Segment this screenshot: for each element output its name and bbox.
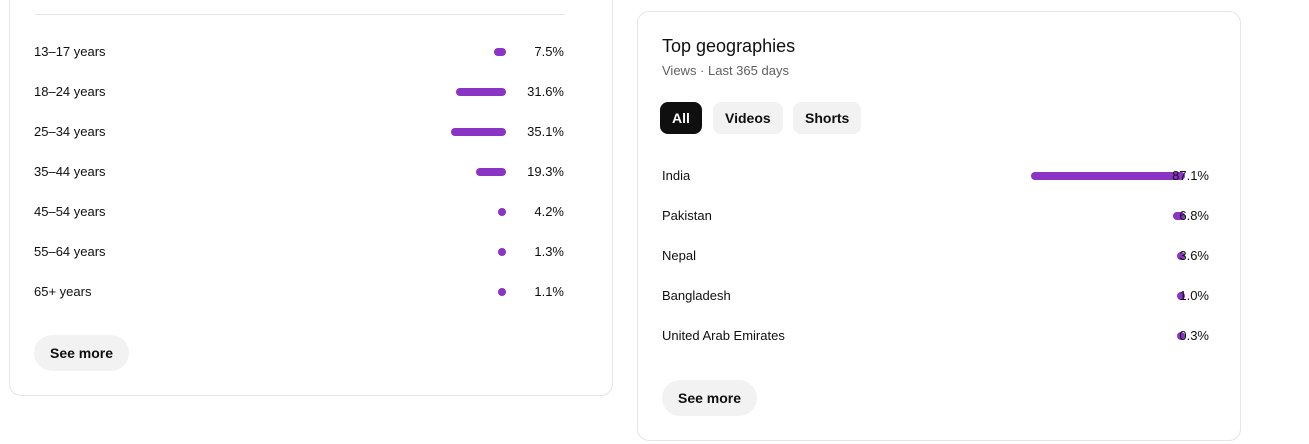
age-bar	[476, 168, 506, 176]
age-percent: 1.1%	[534, 284, 564, 299]
age-bar	[498, 248, 506, 256]
geo-percent: 3.6%	[1179, 248, 1209, 263]
card-subtitle: Views · Last 365 days	[662, 63, 789, 78]
age-row: 45–54 years 4.2%	[34, 202, 564, 222]
age-label: 25–34 years	[34, 124, 106, 139]
age-row: 13–17 years 7.5%	[34, 42, 564, 62]
age-label: 13–17 years	[34, 44, 106, 59]
top-geographies-card: Top geographies Views · Last 365 days Al…	[637, 11, 1241, 441]
age-row: 65+ years 1.1%	[34, 282, 564, 302]
geo-label: India	[662, 168, 691, 183]
age-percent: 4.2%	[534, 204, 564, 219]
age-percent: 19.3%	[527, 164, 564, 179]
chip-all[interactable]: All	[660, 102, 702, 134]
age-bar	[494, 48, 506, 56]
age-row: 55–64 years 1.3%	[34, 242, 564, 262]
chip-shorts[interactable]: Shorts	[793, 102, 862, 134]
geo-row: Pakistan 6.8%	[662, 206, 1209, 226]
see-more-button[interactable]: See more	[34, 335, 130, 371]
age-bar	[451, 128, 506, 136]
age-row: 18–24 years 31.6%	[34, 82, 564, 102]
age-label: 65+ years	[34, 284, 92, 299]
age-bar	[456, 88, 506, 96]
geo-row: India 87.1%	[662, 166, 1209, 186]
geo-label: Bangladesh	[662, 288, 731, 303]
see-more-button[interactable]: See more	[662, 380, 758, 416]
card-title: Top geographies	[662, 36, 796, 56]
geo-row: Bangladesh 1.0%	[662, 286, 1209, 306]
chip-videos[interactable]: Videos	[713, 102, 783, 134]
geo-label: Nepal	[662, 248, 696, 263]
age-percent: 31.6%	[527, 84, 564, 99]
geo-percent: 1.0%	[1179, 288, 1209, 303]
geo-percent: 0.3%	[1179, 328, 1209, 343]
geo-percent: 87.1%	[1172, 168, 1209, 183]
age-label: 45–54 years	[34, 204, 106, 219]
age-label: 35–44 years	[34, 164, 106, 179]
geo-row: United Arab Emirates 0.3%	[662, 326, 1209, 346]
age-bar	[498, 288, 506, 296]
age-label: 18–24 years	[34, 84, 106, 99]
age-percent: 7.5%	[534, 44, 564, 59]
age-label: 55–64 years	[34, 244, 106, 259]
age-row: 35–44 years 19.3%	[34, 162, 564, 182]
geo-percent: 6.8%	[1179, 208, 1209, 223]
geo-label: United Arab Emirates	[662, 328, 785, 343]
geo-row: Nepal 3.6%	[662, 246, 1209, 266]
age-card: 13–17 years 7.5% 18–24 years 31.6% 25–34 yea…	[9, 0, 613, 396]
geo-label: Pakistan	[662, 208, 712, 223]
age-percent: 1.3%	[534, 244, 564, 259]
age-percent: 35.1%	[527, 124, 564, 139]
divider	[35, 14, 565, 15]
age-bar	[498, 208, 506, 216]
geo-bar	[1031, 172, 1185, 180]
age-row: 25–34 years 35.1%	[34, 122, 564, 142]
